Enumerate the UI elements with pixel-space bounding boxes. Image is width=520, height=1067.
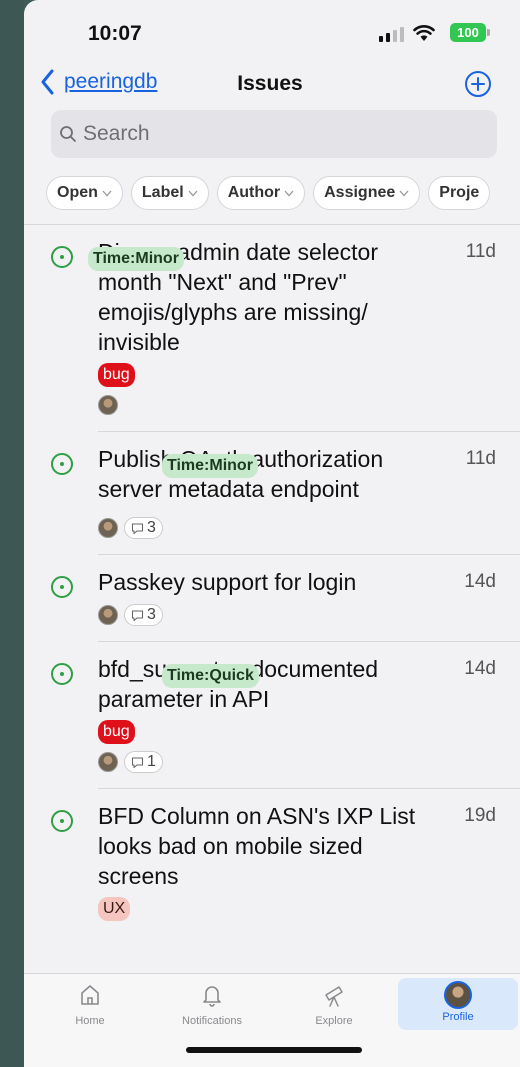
battery-icon: 100 <box>450 23 490 42</box>
avatar <box>98 518 118 538</box>
status-bar: 10:07 100 <box>24 0 520 64</box>
label-bug: bug <box>98 720 135 744</box>
profile-avatar <box>444 981 472 1009</box>
issue-title: bfd_support undocumented parameter in AP… <box>98 656 379 712</box>
issue-meta <box>98 393 520 417</box>
tab-explore[interactable]: Explore <box>274 978 394 1030</box>
filter-author[interactable]: Author <box>216 176 306 210</box>
filter-project[interactable]: Proje <box>428 176 491 210</box>
comment-icon <box>131 522 144 534</box>
comment-count-value: 1 <box>147 753 156 770</box>
issue-labels: bug Time:Quick <box>98 664 520 744</box>
bell-icon <box>203 986 221 1007</box>
search-field[interactable]: Search <box>51 110 497 158</box>
comment-icon <box>131 609 144 621</box>
tab-notifications[interactable]: Notifications <box>152 978 272 1030</box>
issue-meta: 3 <box>98 603 520 627</box>
avatar <box>98 395 118 415</box>
telescope-icon <box>325 986 343 1007</box>
issue-row[interactable]: Passkey support for login 14d 3 <box>51 554 520 641</box>
issue-title: BFD Column on ASN's IXP List looks bad o… <box>98 803 416 889</box>
issue-row[interactable]: bfd_support undocumented parameter in AP… <box>51 641 520 788</box>
add-issue-button[interactable] <box>464 70 492 98</box>
avatar <box>98 605 118 625</box>
search-icon <box>60 126 76 142</box>
filter-label: Label <box>141 184 184 201</box>
tab-profile-label: Profile <box>442 1011 474 1023</box>
issue-open-icon <box>51 663 73 685</box>
issue-open-icon <box>51 246 73 268</box>
filter-label: Author <box>227 184 281 201</box>
search-input[interactable]: Search <box>83 122 150 146</box>
comment-count-value: 3 <box>147 606 156 623</box>
comment-icon <box>131 756 144 768</box>
issue-title: Publish OAuth authorization server metad… <box>98 446 384 502</box>
nav-bar: peeringdb Issues <box>24 64 520 104</box>
tab-bar: Home Notifications Explore Profile <box>24 973 520 1067</box>
home-icon <box>81 985 99 1005</box>
filter-label: Proje <box>439 184 480 201</box>
issue-open-icon <box>51 576 73 598</box>
page-title-text: Issues <box>237 72 303 95</box>
label-time: Time:Minor <box>88 247 184 271</box>
label-bug: bug <box>98 363 135 387</box>
issue-row[interactable]: Django admin date selector month "Next" … <box>24 225 520 431</box>
label-time: Time:Minor <box>162 454 258 478</box>
background-strip <box>0 0 24 1067</box>
label-time: Time:Quick <box>162 664 259 688</box>
chevron-down-icon <box>188 190 198 196</box>
filter-bar: Open Label Author Assignee Proje <box>46 176 491 210</box>
issue-meta: 3 <box>98 516 520 540</box>
issue-row[interactable]: Publish OAuth authorization server metad… <box>51 431 520 554</box>
filter-label: Assignee <box>324 184 396 201</box>
wifi-icon <box>413 25 435 41</box>
issue-age: 14d <box>464 658 496 679</box>
avatar <box>98 752 118 772</box>
page-title: Issues <box>24 72 520 96</box>
label-ux: UX <box>98 897 131 921</box>
chevron-down-icon <box>102 190 112 196</box>
tab-profile[interactable]: Profile <box>398 978 518 1030</box>
chevron-down-icon <box>284 190 294 196</box>
issue-labels: UX <box>98 897 520 921</box>
tab-notifications-label: Notifications <box>182 1015 242 1027</box>
status-time: 10:07 <box>88 22 142 45</box>
tab-explore-label: Explore <box>315 1015 353 1027</box>
issue-row[interactable]: BFD Column on ASN's IXP List looks bad o… <box>51 788 520 935</box>
issue-title: Passkey support for login <box>98 569 357 595</box>
filter-open[interactable]: Open <box>46 176 123 210</box>
issue-open-icon <box>51 453 73 475</box>
comment-count-value: 3 <box>147 519 156 536</box>
issue-meta: 1 <box>98 750 520 774</box>
filter-label-chip[interactable]: Label <box>130 176 209 210</box>
signal-icon <box>379 27 404 42</box>
comment-count: 1 <box>124 751 163 773</box>
phone-screen: 10:07 100 peeringdb Issues Search Open L… <box>24 0 520 1067</box>
comment-count: 3 <box>124 517 163 539</box>
tab-home-label: Home <box>75 1015 105 1027</box>
issue-age: 19d <box>464 805 496 826</box>
issue-age: 11d <box>465 241 496 262</box>
issue-open-icon <box>51 810 73 832</box>
issue-age: 11d <box>465 448 496 469</box>
filter-label: Open <box>57 184 98 201</box>
issue-list: Django admin date selector month "Next" … <box>24 225 520 973</box>
filter-assignee[interactable]: Assignee <box>313 176 421 210</box>
issue-age: 14d <box>464 571 496 592</box>
chevron-down-icon <box>399 190 409 196</box>
issue-labels: bug Time:Minor <box>88 247 520 387</box>
home-indicator[interactable] <box>186 1047 362 1053</box>
tab-home[interactable]: Home <box>30 978 150 1030</box>
comment-count: 3 <box>124 604 163 626</box>
